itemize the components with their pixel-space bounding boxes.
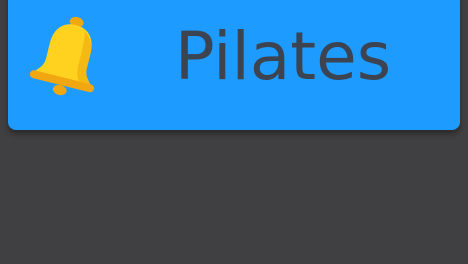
notification-banner[interactable]: Pilates <box>8 0 460 130</box>
notification-title: Pilates <box>174 18 392 95</box>
bell-icon <box>30 16 95 96</box>
screen: Pilates <box>0 0 468 264</box>
